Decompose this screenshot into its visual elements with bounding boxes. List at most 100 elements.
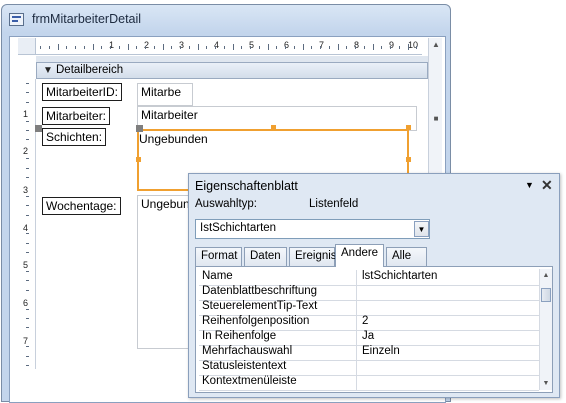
ruler-tick (180, 46, 181, 49)
property-name: Datenblattbeschriftung (202, 285, 318, 297)
property-grid-scrollbar[interactable]: ▲ ▼ (539, 269, 552, 390)
column-divider (356, 345, 357, 360)
ruler-tick (26, 252, 29, 254)
resize-handle-left[interactable] (136, 157, 141, 162)
ruler-tick (276, 46, 278, 49)
property-row[interactable]: Datenblattbeschriftung (199, 285, 539, 301)
property-name: Mehrfachauswahl (202, 345, 293, 357)
selection-type-label: Auswahltyp: (195, 198, 258, 210)
ruler-tick (83, 46, 85, 49)
scroll-thumb[interactable] (541, 288, 551, 302)
ruler-tick (258, 46, 260, 49)
property-sheet-title: Eigenschaftenblatt (195, 179, 298, 193)
field-mitarbeiter[interactable]: Mitarbeiter (137, 106, 417, 131)
property-value[interactable]: Ja (362, 330, 374, 342)
ruler-tick (127, 44, 129, 50)
chevron-down-icon[interactable]: ▼ (525, 180, 534, 190)
ruler-corner[interactable] (18, 38, 36, 55)
property-value[interactable]: 2 (362, 315, 368, 327)
tab-format[interactable]: Format (195, 247, 242, 266)
ruler-tick (372, 44, 374, 50)
ruler-number: 5 (23, 260, 29, 270)
chevron-down-icon[interactable]: ▼ (414, 221, 429, 237)
form-window-title: frmMitarbeiterDetail (32, 12, 142, 26)
property-row[interactable]: Kontextmenüleiste (199, 375, 539, 391)
scroll-up-icon[interactable]: ▲ (540, 269, 552, 283)
property-row[interactable]: In Reihenfolge Ja (199, 330, 539, 346)
label-wochentage[interactable]: Wochentage: (42, 197, 121, 215)
property-value[interactable]: Einzeln (362, 345, 400, 357)
tab-alle[interactable]: Alle (386, 247, 427, 266)
ruler-number: 7 (23, 336, 29, 346)
property-name: In Reihenfolge (202, 330, 277, 342)
property-row[interactable]: Statusleistentext (199, 360, 539, 376)
tab-daten[interactable]: Daten (244, 247, 287, 266)
ruler-tick (162, 44, 164, 50)
column-divider (356, 270, 357, 285)
property-row[interactable]: Mehrfachauswahl Einzeln (199, 345, 539, 361)
resize-handle-top-right[interactable] (406, 125, 411, 130)
tab-ereignis[interactable]: Ereignis (289, 247, 337, 266)
ruler-tick (328, 46, 330, 49)
ruler-tick (26, 327, 29, 329)
horizontal-ruler[interactable]: 1 2 3 4 5 6 7 8 9 10 (36, 38, 422, 55)
ruler-tick (26, 355, 29, 357)
column-divider (356, 375, 357, 390)
ruler-tick (136, 46, 138, 49)
ruler-tick (101, 46, 103, 49)
ruler-number: 6 (23, 298, 29, 308)
scroll-up-icon[interactable]: ▲ (429, 38, 443, 52)
ruler-tick (26, 289, 29, 291)
close-icon[interactable]: ✕ (541, 177, 553, 194)
property-value[interactable]: lstSchichtarten (362, 270, 437, 282)
ruler-tick (188, 46, 190, 49)
scroll-down-icon[interactable]: ▼ (540, 377, 552, 391)
move-handle[interactable] (136, 125, 143, 132)
label-mitarbeiter-id[interactable]: MitarbeiterID: (42, 83, 123, 101)
ruler-tick (26, 139, 29, 141)
column-divider (356, 315, 357, 330)
ruler-tick (26, 205, 29, 207)
ruler-tick (26, 271, 29, 272)
ruler-tick (197, 44, 199, 50)
ruler-tick (26, 83, 29, 84)
ruler-tick (171, 46, 173, 49)
ruler-number: 4 (23, 223, 29, 233)
tab-andere[interactable]: Andere (335, 244, 384, 267)
resize-handle-right[interactable] (406, 157, 411, 162)
property-name: Kontextmenüleiste (202, 375, 297, 387)
label-schichten[interactable]: Schichten: (42, 128, 107, 146)
move-handle[interactable] (35, 125, 42, 132)
field-mitarbeiter-id[interactable]: Mitarbe (137, 83, 193, 106)
property-row[interactable]: Reihenfolgenposition 2 (199, 315, 539, 331)
ruler-tick (232, 44, 234, 50)
property-name: SteuerelementTip-Text (202, 300, 318, 312)
selection-type-value: Listenfeld (309, 198, 359, 210)
property-grid: Name lstSchichtarten Datenblattbeschrift… (195, 266, 553, 393)
ruler-tick (416, 46, 418, 49)
object-selector-value: IstSchichtarten (200, 222, 277, 234)
column-divider (356, 300, 357, 315)
ruler-tick (57, 44, 59, 50)
resize-handle-top[interactable] (271, 125, 276, 130)
object-selector[interactable]: IstSchichtarten ▼ (195, 219, 430, 239)
scroll-mid-icon[interactable]: ■ (429, 112, 443, 126)
ruler-tick (26, 346, 29, 348)
ruler-tick (26, 233, 29, 235)
label-mitarbeiter[interactable]: Mitarbeiter: (42, 107, 111, 125)
ruler-tick (26, 195, 29, 197)
ruler-tick (26, 214, 29, 216)
property-row[interactable]: Name lstSchichtarten (199, 270, 539, 286)
ruler-tick (206, 46, 208, 49)
property-row[interactable]: SteuerelementTip-Text (199, 300, 539, 316)
ruler-tick (26, 158, 29, 160)
section-bar-detail[interactable]: ▼ Detailbereich (36, 62, 428, 79)
ruler-tick (355, 46, 356, 49)
form-icon (9, 13, 24, 26)
section-arrow-icon: ▼ (43, 65, 53, 76)
property-name: Reihenfolgenposition (202, 315, 310, 327)
column-divider (356, 330, 357, 345)
ruler-tick (110, 46, 111, 49)
vertical-ruler[interactable]: 1 2 3 4 5 6 7 (18, 79, 36, 369)
ruler-tick (66, 46, 68, 49)
